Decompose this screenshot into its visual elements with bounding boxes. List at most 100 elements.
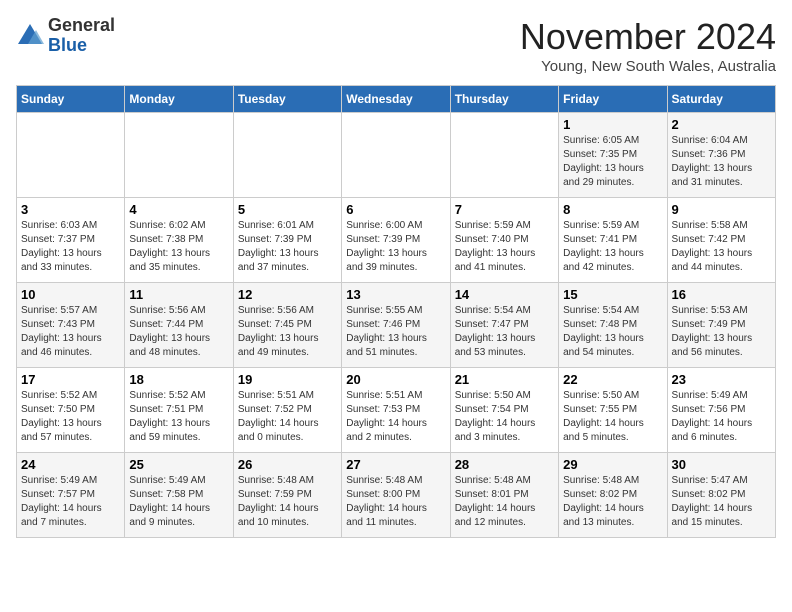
weekday-monday: Monday (125, 86, 233, 113)
day-number: 24 (21, 457, 120, 472)
calendar-cell: 4 Sunrise: 6:02 AM Sunset: 7:38 PM Daylig… (125, 198, 233, 283)
weekday-row: SundayMondayTuesdayWednesdayThursdayFrid… (17, 86, 776, 113)
day-info: Sunrise: 5:49 AM Sunset: 7:58 PM Dayligh… (129, 474, 228, 530)
day-number: 12 (238, 287, 337, 302)
calendar-cell: 9 Sunrise: 5:58 AM Sunset: 7:42 PM Daylig… (667, 198, 775, 283)
calendar-cell: 20 Sunrise: 5:51 AM Sunset: 7:53 PM Dayli… (342, 368, 450, 453)
calendar-body: 1 Sunrise: 6:05 AM Sunset: 7:35 PM Daylig… (17, 113, 776, 538)
calendar-cell: 1 Sunrise: 6:05 AM Sunset: 7:35 PM Daylig… (559, 113, 667, 198)
calendar-cell: 21 Sunrise: 5:50 AM Sunset: 7:54 PM Dayli… (450, 368, 558, 453)
calendar-cell: 13 Sunrise: 5:55 AM Sunset: 7:46 PM Dayli… (342, 283, 450, 368)
day-info: Sunrise: 5:56 AM Sunset: 7:45 PM Dayligh… (238, 304, 337, 360)
day-number: 4 (129, 202, 228, 217)
calendar-cell: 14Sunrise: 5:54 AM Sunset: 7:47 PM Dayli… (450, 283, 558, 368)
logo: General Blue (16, 16, 115, 56)
day-info: Sunrise: 5:50 AM Sunset: 7:55 PM Dayligh… (563, 389, 662, 445)
calendar-cell: 6Sunrise: 6:00 AM Sunset: 7:39 PM Daylig… (342, 198, 450, 283)
calendar-cell: 7 Sunrise: 5:59 AM Sunset: 7:40 PM Daylig… (450, 198, 558, 283)
day-info: Sunrise: 6:01 AM Sunset: 7:39 PM Dayligh… (238, 219, 337, 275)
day-info: Sunrise: 5:49 AM Sunset: 7:57 PM Dayligh… (21, 474, 120, 530)
day-number: 7 (455, 202, 554, 217)
day-number: 20 (346, 372, 445, 387)
day-info: Sunrise: 6:05 AM Sunset: 7:35 PM Dayligh… (563, 134, 662, 190)
calendar-cell: 24 Sunrise: 5:49 AM Sunset: 7:57 PM Dayli… (17, 453, 125, 538)
day-info: Sunrise: 5:59 AM Sunset: 7:41 PM Dayligh… (563, 219, 662, 275)
day-number: 16 (672, 287, 771, 302)
calendar-cell: 23 Sunrise: 5:49 AM Sunset: 7:56 PM Dayli… (667, 368, 775, 453)
day-info: Sunrise: 5:48 AM Sunset: 8:00 PM Dayligh… (346, 474, 445, 530)
day-number: 29 (563, 457, 662, 472)
calendar-cell: 22Sunrise: 5:50 AM Sunset: 7:55 PM Dayli… (559, 368, 667, 453)
calendar-cell: 3 Sunrise: 6:03 AM Sunset: 7:37 PM Daylig… (17, 198, 125, 283)
calendar-cell: 30 Sunrise: 5:47 AM Sunset: 8:02 PM Dayli… (667, 453, 775, 538)
calendar-cell (17, 113, 125, 198)
week-row-5: 24 Sunrise: 5:49 AM Sunset: 7:57 PM Dayli… (17, 453, 776, 538)
day-number: 8 (563, 202, 662, 217)
day-number: 15 (563, 287, 662, 302)
day-number: 1 (563, 117, 662, 132)
day-number: 26 (238, 457, 337, 472)
day-info: Sunrise: 6:02 AM Sunset: 7:38 PM Dayligh… (129, 219, 228, 275)
calendar-cell: 28 Sunrise: 5:48 AM Sunset: 8:01 PM Dayli… (450, 453, 558, 538)
day-number: 3 (21, 202, 120, 217)
page-header: General Blue November 2024 Young, New So… (16, 16, 776, 75)
calendar-cell (342, 113, 450, 198)
calendar-cell: 16 Sunrise: 5:53 AM Sunset: 7:49 PM Dayli… (667, 283, 775, 368)
day-number: 5 (238, 202, 337, 217)
day-info: Sunrise: 5:50 AM Sunset: 7:54 PM Dayligh… (455, 389, 554, 445)
calendar-cell (233, 113, 341, 198)
day-info: Sunrise: 5:52 AM Sunset: 7:51 PM Dayligh… (129, 389, 228, 445)
day-info: Sunrise: 5:47 AM Sunset: 8:02 PM Dayligh… (672, 474, 771, 530)
logo-text: General Blue (48, 16, 115, 56)
month-title: November 2024 (520, 16, 776, 58)
day-info: Sunrise: 5:54 AM Sunset: 7:47 PM Dayligh… (455, 304, 554, 360)
calendar-cell: 18 Sunrise: 5:52 AM Sunset: 7:51 PM Dayli… (125, 368, 233, 453)
day-number: 9 (672, 202, 771, 217)
weekday-tuesday: Tuesday (233, 86, 341, 113)
day-info: Sunrise: 5:48 AM Sunset: 8:01 PM Dayligh… (455, 474, 554, 530)
location: Young, New South Wales, Australia (520, 58, 776, 75)
calendar-cell: 26 Sunrise: 5:48 AM Sunset: 7:59 PM Dayli… (233, 453, 341, 538)
day-number: 23 (672, 372, 771, 387)
day-number: 18 (129, 372, 228, 387)
calendar-header: SundayMondayTuesdayWednesdayThursdayFrid… (17, 86, 776, 113)
calendar-cell: 17 Sunrise: 5:52 AM Sunset: 7:50 PM Dayli… (17, 368, 125, 453)
title-block: November 2024 Young, New South Wales, Au… (520, 16, 776, 75)
day-info: Sunrise: 5:53 AM Sunset: 7:49 PM Dayligh… (672, 304, 771, 360)
week-row-4: 17 Sunrise: 5:52 AM Sunset: 7:50 PM Dayli… (17, 368, 776, 453)
week-row-1: 1 Sunrise: 6:05 AM Sunset: 7:35 PM Daylig… (17, 113, 776, 198)
weekday-friday: Friday (559, 86, 667, 113)
calendar-cell: 8 Sunrise: 5:59 AM Sunset: 7:41 PM Daylig… (559, 198, 667, 283)
day-number: 21 (455, 372, 554, 387)
weekday-thursday: Thursday (450, 86, 558, 113)
weekday-wednesday: Wednesday (342, 86, 450, 113)
day-info: Sunrise: 5:49 AM Sunset: 7:56 PM Dayligh… (672, 389, 771, 445)
calendar-cell: 10Sunrise: 5:57 AM Sunset: 7:43 PM Dayli… (17, 283, 125, 368)
day-number: 11 (129, 287, 228, 302)
day-number: 17 (21, 372, 120, 387)
day-info: Sunrise: 5:59 AM Sunset: 7:40 PM Dayligh… (455, 219, 554, 275)
day-number: 13 (346, 287, 445, 302)
day-info: Sunrise: 5:48 AM Sunset: 7:59 PM Dayligh… (238, 474, 337, 530)
calendar-cell: 25Sunrise: 5:49 AM Sunset: 7:58 PM Dayli… (125, 453, 233, 538)
day-number: 10 (21, 287, 120, 302)
calendar-cell: 27 Sunrise: 5:48 AM Sunset: 8:00 PM Dayli… (342, 453, 450, 538)
day-info: Sunrise: 5:52 AM Sunset: 7:50 PM Dayligh… (21, 389, 120, 445)
day-info: Sunrise: 5:55 AM Sunset: 7:46 PM Dayligh… (346, 304, 445, 360)
day-number: 6 (346, 202, 445, 217)
weekday-saturday: Saturday (667, 86, 775, 113)
logo-icon (16, 22, 44, 50)
day-number: 2 (672, 117, 771, 132)
calendar-cell (125, 113, 233, 198)
weekday-sunday: Sunday (17, 86, 125, 113)
day-number: 27 (346, 457, 445, 472)
day-info: Sunrise: 6:04 AM Sunset: 7:36 PM Dayligh… (672, 134, 771, 190)
day-info: Sunrise: 5:58 AM Sunset: 7:42 PM Dayligh… (672, 219, 771, 275)
day-info: Sunrise: 6:03 AM Sunset: 7:37 PM Dayligh… (21, 219, 120, 275)
day-number: 30 (672, 457, 771, 472)
day-number: 28 (455, 457, 554, 472)
calendar-cell: 2 Sunrise: 6:04 AM Sunset: 7:36 PM Daylig… (667, 113, 775, 198)
calendar-cell: 5 Sunrise: 6:01 AM Sunset: 7:39 PM Daylig… (233, 198, 341, 283)
calendar-cell (450, 113, 558, 198)
day-info: Sunrise: 5:51 AM Sunset: 7:53 PM Dayligh… (346, 389, 445, 445)
